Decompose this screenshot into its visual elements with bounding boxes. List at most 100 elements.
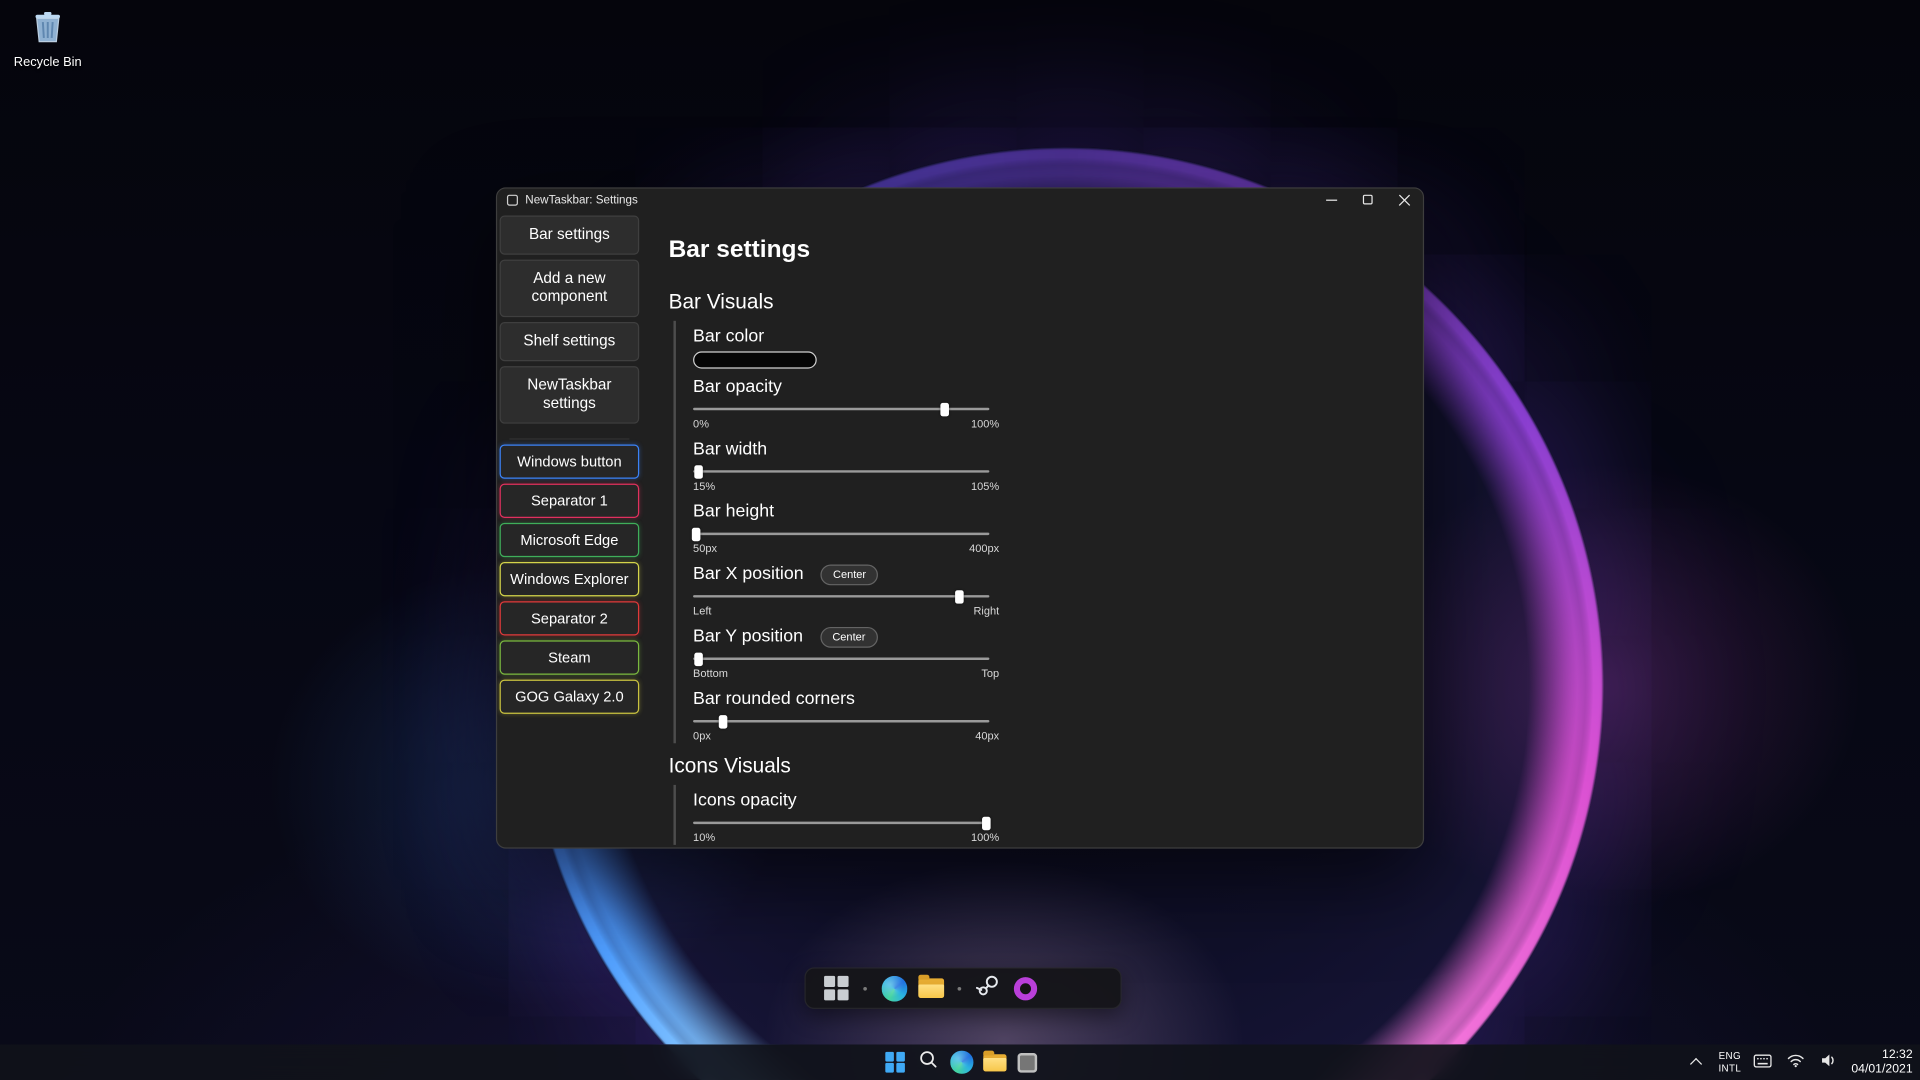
sidebar-divider (509, 428, 629, 439)
bar-y-center-button[interactable]: Center (820, 626, 878, 647)
sidebar-item-newtaskbar-settings[interactable]: NewTaskbar settings (500, 366, 640, 424)
slider-track[interactable] (693, 470, 989, 473)
volume-button[interactable] (1818, 1048, 1840, 1077)
sidebar-component-separator-2[interactable]: Separator 2 (500, 601, 640, 635)
bar-opacity-slider[interactable] (693, 402, 989, 417)
custom-taskbar-windows-button[interactable] (822, 971, 851, 1005)
section-title-icons-visuals: Icons Visuals (669, 753, 1423, 779)
search-button[interactable] (913, 1048, 942, 1077)
taskbar-edge-button[interactable] (947, 1048, 976, 1077)
desktop: Recycle Bin NewTaskbar: Settings Bar set… (0, 0, 1920, 1080)
bar-width-control: Bar width 15% 105% (693, 438, 1423, 493)
icons-visuals-group: Icons opacity 10% 100% (673, 785, 1422, 845)
slider-min-label: Bottom (693, 667, 728, 680)
language-line2: INTL (1718, 1062, 1741, 1073)
clock-time: 12:32 (1851, 1048, 1912, 1063)
gog-galaxy-icon (1013, 977, 1036, 1000)
icons-opacity-label: Icons opacity (693, 791, 797, 811)
bar-rounded-corners-slider[interactable] (693, 714, 989, 729)
folder-icon (983, 1054, 1006, 1071)
sidebar-component-steam[interactable]: Steam (500, 640, 640, 674)
slider-max-label: 105% (971, 480, 999, 493)
slider-handle[interactable] (955, 590, 964, 603)
bar-height-label: Bar height (693, 502, 774, 522)
taskbar-explorer-button[interactable] (980, 1048, 1009, 1077)
slider-track[interactable] (693, 821, 989, 824)
slider-min-label: 0% (693, 418, 709, 431)
sidebar-component-microsoft-edge[interactable]: Microsoft Edge (500, 523, 640, 557)
taskbar-newtaskbar-app-button[interactable] (1013, 1048, 1042, 1077)
tray-overflow-button[interactable] (1688, 1048, 1708, 1077)
slider-handle[interactable] (718, 714, 727, 727)
minimize-button[interactable] (1313, 189, 1350, 211)
sidebar-item-shelf-settings[interactable]: Shelf settings (500, 322, 640, 361)
slider-handle[interactable] (941, 402, 950, 415)
recycle-bin[interactable]: Recycle Bin (7, 7, 88, 69)
custom-taskbar-gog[interactable] (1010, 971, 1039, 1005)
slider-track[interactable] (693, 657, 989, 660)
slider-handle[interactable] (982, 816, 991, 829)
start-icon (885, 1052, 905, 1072)
touch-keyboard-button[interactable] (1752, 1048, 1774, 1077)
bar-x-position-label: Bar X position (693, 564, 804, 584)
sidebar: Bar settings Add a new component Shelf s… (497, 211, 641, 848)
icons-opacity-control: Icons opacity 10% 100% (693, 790, 1423, 845)
bar-y-position-slider[interactable] (693, 651, 989, 666)
sidebar-component-windows-explorer[interactable]: Windows Explorer (500, 562, 640, 596)
steam-icon (975, 972, 1002, 1005)
bar-height-control: Bar height 50px 400px (693, 501, 1423, 556)
recycle-bin-label: Recycle Bin (7, 55, 88, 70)
separator-dot (958, 986, 962, 990)
search-icon (917, 1048, 939, 1076)
start-button[interactable] (880, 1048, 909, 1077)
volume-icon (1821, 1051, 1838, 1073)
sidebar-item-add-component[interactable]: Add a new component (500, 259, 640, 317)
bar-color-label: Bar color (693, 327, 764, 347)
language-line1: ENG (1718, 1051, 1741, 1062)
bar-rounded-corners-control: Bar rounded corners 0px 40px (693, 688, 1423, 743)
sidebar-component-gog-galaxy[interactable]: GOG Galaxy 2.0 (500, 679, 640, 713)
bar-x-center-button[interactable]: Center (821, 564, 879, 585)
bar-visuals-group: Bar color Bar opacity 0% 100% (673, 321, 1422, 743)
slider-min-label: 50px (693, 542, 717, 555)
custom-taskbar-steam[interactable] (973, 971, 1002, 1005)
custom-taskbar-edge[interactable] (879, 971, 908, 1005)
bar-opacity-control: Bar opacity 0% 100% (693, 376, 1423, 431)
edge-icon (881, 975, 907, 1001)
sidebar-item-bar-settings[interactable]: Bar settings (500, 216, 640, 255)
icons-opacity-slider[interactable] (693, 816, 989, 831)
slider-max-label: Top (981, 667, 999, 680)
app-icon (507, 194, 518, 205)
language-indicator[interactable]: ENG INTL (1718, 1051, 1741, 1074)
system-taskbar: ENG INTL (0, 1044, 1920, 1080)
bar-height-slider[interactable] (693, 527, 989, 542)
titlebar[interactable]: NewTaskbar: Settings (497, 189, 1423, 211)
newtaskbar-settings-window: NewTaskbar: Settings Bar settings Add a … (496, 187, 1424, 848)
slider-max-label: 40px (975, 730, 999, 743)
sidebar-component-separator-1[interactable]: Separator 1 (500, 483, 640, 517)
close-icon (1398, 193, 1411, 206)
slider-handle[interactable] (695, 465, 704, 478)
slider-track[interactable] (693, 719, 989, 722)
sidebar-component-windows-button[interactable]: Windows button (500, 444, 640, 478)
clock[interactable]: 12:32 04/01/2021 (1851, 1048, 1912, 1077)
slider-handle[interactable] (695, 652, 704, 665)
custom-taskbar-explorer[interactable] (916, 971, 945, 1005)
network-button[interactable] (1785, 1048, 1807, 1077)
bar-rounded-corners-label: Bar rounded corners (693, 689, 855, 709)
bar-y-position-control: Bar Y position Center Bottom Top (693, 626, 1423, 681)
slider-min-label: 10% (693, 831, 715, 844)
slider-min-label: Left (693, 605, 711, 618)
window-title: NewTaskbar: Settings (525, 193, 1312, 206)
slider-handle[interactable] (692, 527, 701, 540)
bar-x-position-slider[interactable] (693, 589, 989, 604)
close-button[interactable] (1386, 189, 1423, 211)
bar-color-swatch[interactable] (693, 351, 817, 368)
slider-track[interactable] (693, 532, 989, 535)
bar-width-slider[interactable] (693, 464, 989, 479)
slider-max-label: Right (973, 605, 999, 618)
maximize-button[interactable] (1349, 189, 1386, 211)
slider-track[interactable] (693, 594, 989, 597)
bar-y-position-label: Bar Y position (693, 627, 803, 647)
slider-min-label: 0px (693, 730, 711, 743)
